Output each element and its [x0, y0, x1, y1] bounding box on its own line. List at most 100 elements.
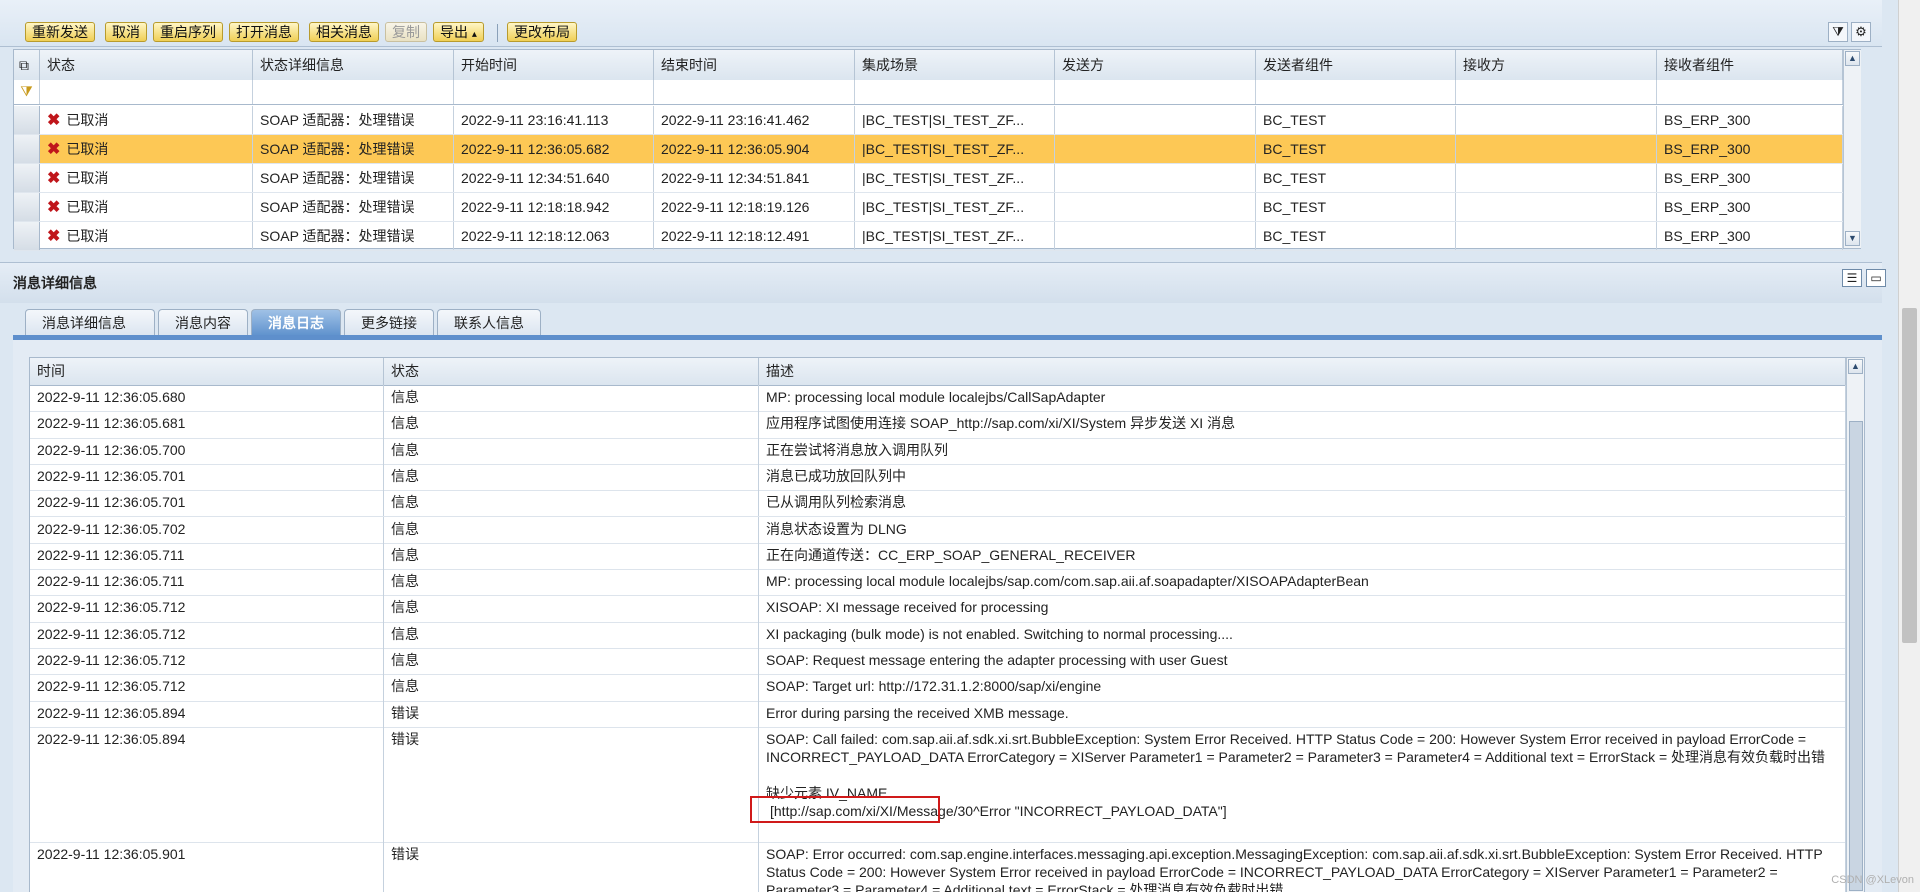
scroll-up-icon[interactable]: ▲	[1848, 359, 1863, 374]
log-row[interactable]: 2022-9-11 12:36:05.712 信息 SOAP: Request me…	[30, 648, 1864, 676]
log-row-error-detail[interactable]: 2022-9-11 12:36:05.894 错误 SOAP: Call faile…	[30, 726, 1864, 843]
col-sender[interactable]: 发送方	[1055, 50, 1256, 80]
scroll-up-icon[interactable]: ▲	[1845, 51, 1860, 66]
log-row[interactable]: 2022-9-11 12:36:05.894 错误 Error during par…	[30, 700, 1864, 728]
export-label: 导出	[440, 24, 468, 40]
log-scrollbar-thumb[interactable]	[1849, 421, 1863, 891]
log-row[interactable]: 2022-9-11 12:36:05.701 信息 已从调用队列检索消息	[30, 490, 1864, 518]
row-selector[interactable]	[14, 135, 40, 163]
log-time: 2022-9-11 12:36:05.894	[30, 726, 384, 842]
tab-more-links[interactable]: 更多链接	[344, 309, 434, 336]
col-receiver-component[interactable]: 接收者组件	[1657, 50, 1843, 80]
table-row[interactable]: ✖ 已取消 SOAP 适配器：处理错误 2022-9-11 23:16:41.11…	[14, 106, 1860, 135]
tab-message-details[interactable]: 消息详细信息	[25, 309, 155, 336]
table-row[interactable]: ✖ 已取消 SOAP 适配器：处理错误 2022-9-11 12:18:12.06…	[14, 222, 1860, 251]
panel-maximize-icon[interactable]: ▭	[1866, 269, 1886, 287]
col-time[interactable]: 时间	[30, 358, 384, 385]
log-row[interactable]: 2022-9-11 12:36:05.680 信息 MP: processing l…	[30, 385, 1864, 413]
resend-button[interactable]: 重新发送	[25, 22, 95, 42]
filter-settings-icon[interactable]: ⧩	[1828, 22, 1848, 42]
filter-sender-component[interactable]	[1256, 80, 1456, 104]
row-status: 已取消	[66, 141, 109, 157]
row-selector[interactable]	[14, 193, 40, 221]
col-description[interactable]: 描述	[759, 358, 1846, 385]
log-row[interactable]: 2022-9-11 12:36:05.681 信息 应用程序试图使用连接 SOAP_…	[30, 411, 1864, 439]
highlight-box	[750, 795, 940, 823]
filter-receiver-component[interactable]	[1657, 80, 1843, 104]
change-layout-button[interactable]: 更改布局	[507, 22, 577, 42]
panel-details-icon[interactable]: ☰	[1842, 269, 1862, 287]
log-row[interactable]: 2022-9-11 12:36:05.711 信息 正在向通道传送：CC_ERP_S…	[30, 542, 1864, 571]
log-description: 应用程序试图使用连接 SOAP_http://sap.com/xi/XI/Sys…	[759, 411, 1846, 438]
row-end: 2022-9-11 23:16:41.462	[654, 106, 855, 134]
table-row[interactable]: ✖ 已取消 SOAP 适配器：处理错误 2022-9-11 12:34:51.64…	[14, 164, 1860, 193]
log-row[interactable]: 2022-9-11 12:36:05.700 信息 正在尝试将消息放入调用队列	[30, 437, 1864, 465]
log-row[interactable]: 2022-9-11 12:36:05.702 信息 消息状态设置为 DLNG	[30, 516, 1864, 544]
row-selector[interactable]	[14, 106, 40, 134]
col-scenario[interactable]: 集成场景	[855, 50, 1055, 80]
col-status[interactable]: 状态	[40, 50, 253, 80]
toolbar-separator	[497, 24, 498, 42]
filter-end-time[interactable]	[654, 80, 855, 104]
row-detail: SOAP 适配器：处理错误	[253, 164, 454, 192]
page-scrollbar[interactable]	[1898, 0, 1920, 892]
col-end-time[interactable]: 结束时间	[654, 50, 855, 80]
settings-tools-icon[interactable]: ⚙	[1851, 22, 1871, 42]
col-start-time[interactable]: 开始时间	[454, 50, 654, 80]
col-status-detail[interactable]: 状态详细信息	[253, 50, 454, 80]
export-button[interactable]: 导出 ▴	[433, 22, 484, 42]
col-log-status[interactable]: 状态	[384, 358, 759, 385]
filter-start-time[interactable]	[454, 80, 654, 104]
col-receiver[interactable]: 接收方	[1456, 50, 1657, 80]
log-row[interactable]: 2022-9-11 12:36:05.711 信息 MP: processing l…	[30, 569, 1864, 597]
filter-row: ⧩	[14, 80, 1860, 105]
filter-sender[interactable]	[1055, 80, 1256, 104]
filter-scenario[interactable]	[855, 80, 1055, 104]
scroll-down-icon[interactable]: ▼	[1845, 231, 1860, 246]
select-all-icon[interactable]: ⧉	[14, 50, 40, 80]
row-sender-component: BC_TEST	[1256, 164, 1456, 192]
log-row[interactable]: 2022-9-11 12:36:05.901 错误 SOAP: Error occu…	[30, 841, 1864, 892]
row-receiver-component: BS_ERP_300	[1657, 222, 1843, 250]
log-description: XI packaging (bulk mode) is not enabled.…	[759, 621, 1846, 648]
log-status: 信息	[384, 569, 759, 596]
log-status: 信息	[384, 516, 759, 543]
filter-status[interactable]	[40, 80, 253, 104]
page-scrollbar-thumb[interactable]	[1902, 308, 1917, 643]
tab-message-log[interactable]: 消息日志	[251, 309, 341, 336]
filter-status-detail[interactable]	[253, 80, 454, 104]
table-row[interactable]: ✖ 已取消 SOAP 适配器：处理错误 2022-9-11 12:18:18.94…	[14, 193, 1860, 222]
tab-strip	[13, 335, 1882, 340]
filter-icon[interactable]: ⧩	[14, 80, 40, 104]
row-sender-component: BC_TEST	[1256, 106, 1456, 134]
log-scrollbar[interactable]: ▲	[1846, 358, 1864, 892]
row-selector[interactable]	[14, 164, 40, 192]
log-row[interactable]: 2022-9-11 12:36:05.712 信息 XI packaging (bu…	[30, 621, 1864, 649]
related-messages-button[interactable]: 相关消息	[309, 22, 379, 42]
filter-receiver[interactable]	[1456, 80, 1657, 104]
tab-message-content[interactable]: 消息内容	[158, 309, 248, 336]
cancel-button[interactable]: 取消	[105, 22, 147, 42]
log-row[interactable]: 2022-9-11 12:36:05.712 信息 SOAP: Target url…	[30, 674, 1864, 702]
messages-scrollbar[interactable]: ▲ ▼	[1843, 50, 1861, 248]
detail-panel-header: 消息详细信息 ☰ ▭	[0, 262, 1886, 303]
copy-button[interactable]: 复制	[385, 22, 427, 42]
log-table-header: 时间 状态 描述	[30, 358, 1864, 386]
table-row-selected[interactable]: ✖ 已取消 SOAP 适配器：处理错误 2022-9-11 12:36:05.68…	[14, 135, 1860, 164]
tab-contact-info[interactable]: 联系人信息	[437, 309, 541, 336]
log-description: 已从调用队列检索消息	[759, 490, 1846, 517]
log-row[interactable]: 2022-9-11 12:36:05.701 信息 消息已成功放回队列中	[30, 463, 1864, 492]
row-selector[interactable]	[14, 222, 40, 250]
log-time: 2022-9-11 12:36:05.712	[30, 621, 384, 648]
row-detail: SOAP 适配器：处理错误	[253, 222, 454, 250]
restart-sequence-button[interactable]: 重启序列	[153, 22, 223, 42]
col-sender-component[interactable]: 发送者组件	[1256, 50, 1456, 80]
row-status: 已取消	[66, 199, 109, 215]
row-sender	[1055, 135, 1256, 163]
row-sender-component: BC_TEST	[1256, 135, 1456, 163]
log-row[interactable]: 2022-9-11 12:36:05.712 信息 XISOAP: XI messa…	[30, 595, 1864, 623]
cancelled-icon: ✖	[47, 141, 61, 158]
open-message-button[interactable]: 打开消息	[229, 22, 299, 42]
export-dropdown-icon: ▴	[471, 29, 477, 40]
row-sender	[1055, 106, 1256, 134]
